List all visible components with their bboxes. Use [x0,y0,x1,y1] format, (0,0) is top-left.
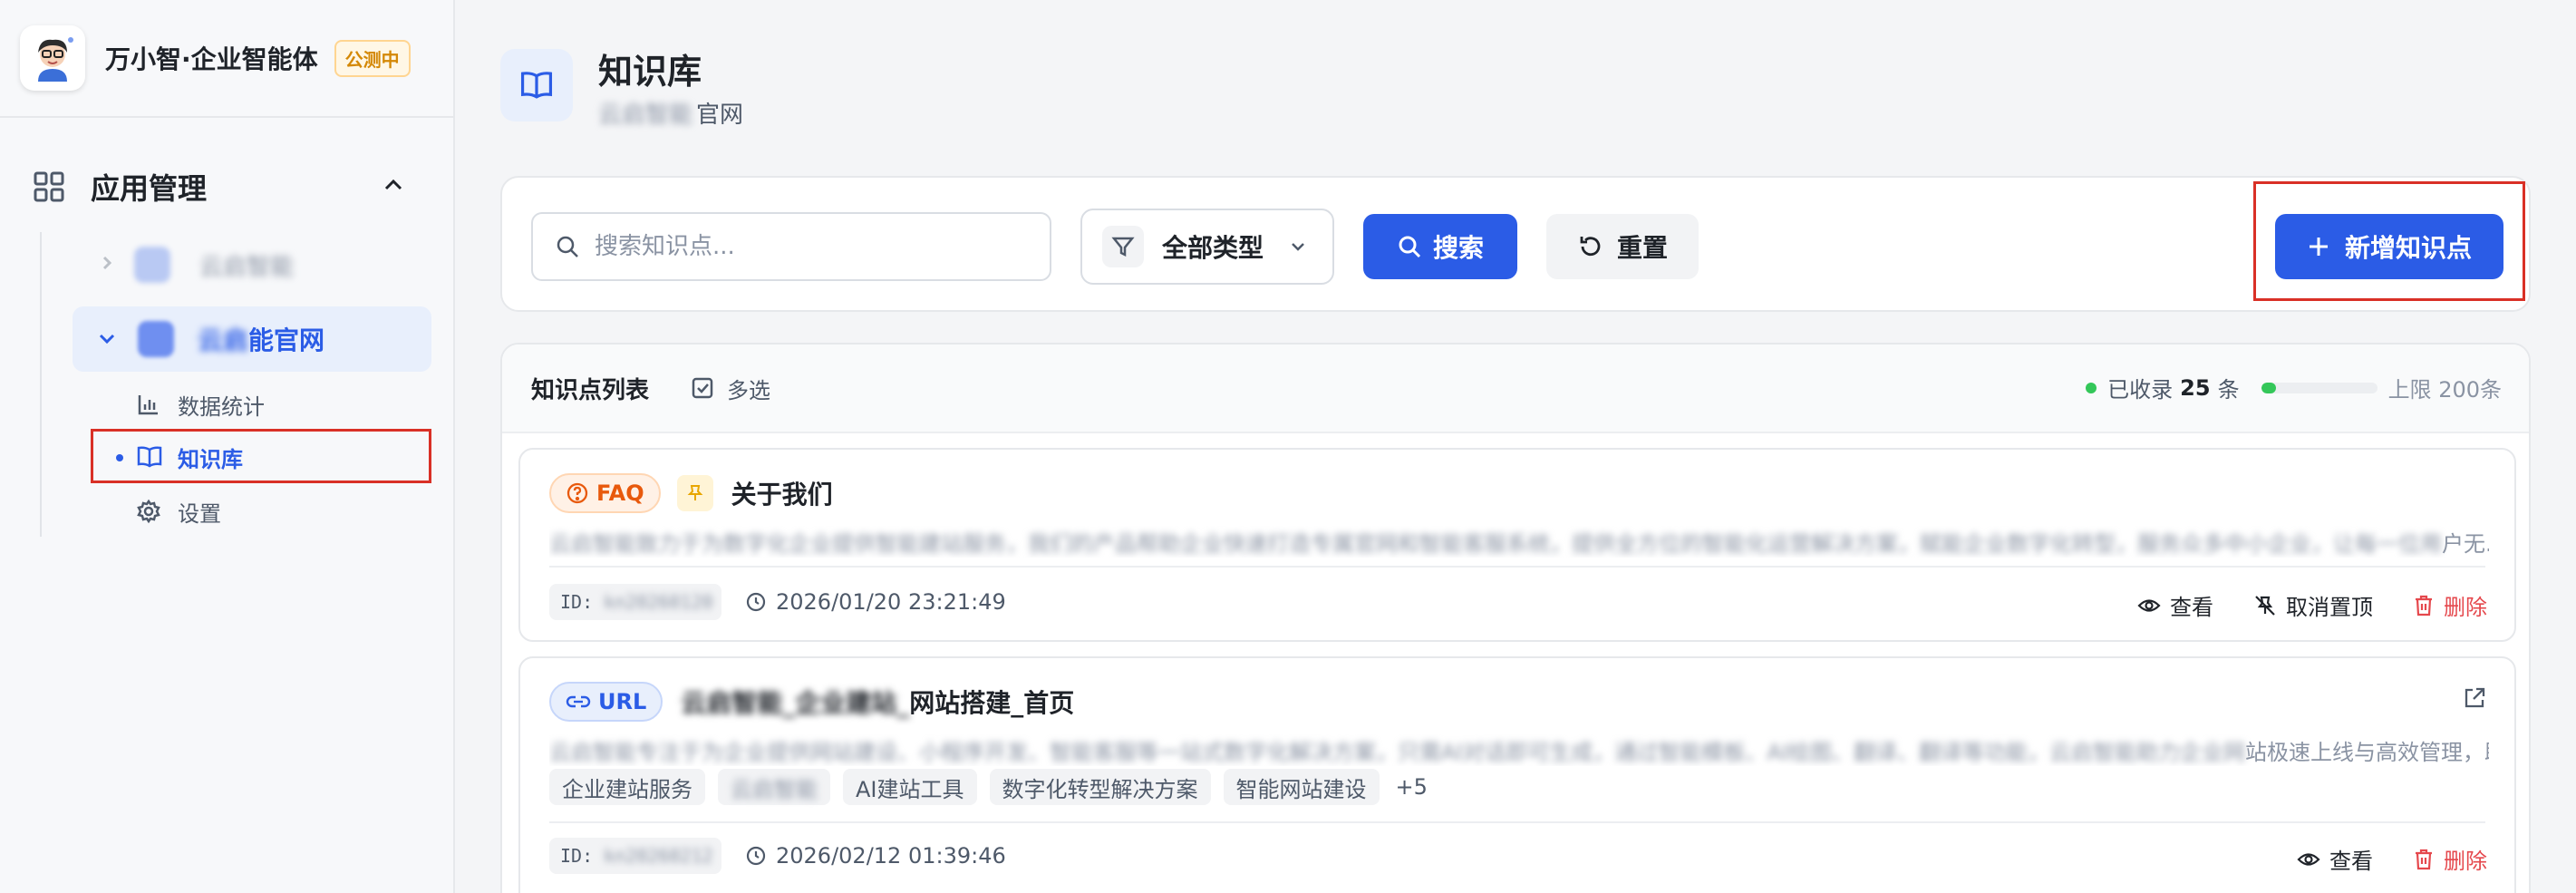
chevron-down-icon[interactable] [94,326,120,352]
sidebar-item-stats[interactable]: 数据统计 [91,379,431,430]
gear-icon [137,499,160,524]
sidebar: 万小智·企业智能体 公测中 应用管理 云启智能 云启 能官网 数据统计 知识库 … [0,0,455,893]
app-name: 云启智能 [199,253,295,281]
bar-chart-icon [138,395,158,415]
type-filter-select[interactable]: 全部类型 [1080,209,1334,285]
checkbox-icon [692,377,713,399]
page-subtitle: 云启智能 官网 [598,102,744,129]
status-dot [2086,382,2097,393]
card-actions: 查看 取消置顶 删除 [2097,589,2487,621]
delete-button[interactable]: 删除 [2413,843,2487,875]
view-button[interactable]: 查看 [2137,589,2213,621]
type-filter-value: 全部类型 [1162,233,1264,263]
page-title: 知识库 [598,52,702,92]
quota-indicator: 已收录 25 条 上限 200条 [2086,372,2502,403]
search-icon [1399,236,1421,258]
link-icon [566,695,591,708]
knowledge-card[interactable]: FAQ 关于我们 云启智能致力于为数字化企业提供智能建站服务，我们的产品帮助企业… [518,448,2516,642]
unpin-button[interactable]: 取消置顶 [2253,589,2373,621]
keyword-tags: 企业建站服务 云启智能 AI建站工具 数字化转型解决方案 智能网站建设 +5 [549,769,1444,805]
book-icon [500,49,573,121]
multi-select-toggle[interactable]: 多选 [691,373,770,404]
search-icon [557,236,578,257]
refresh-icon [1580,237,1601,257]
keyword-tag: AI建站工具 [843,769,977,805]
quota-progress-fill [2261,382,2276,393]
app-avatar [134,247,170,283]
chevron-up-icon[interactable] [381,172,406,198]
eye-icon [2137,598,2161,612]
id-chip: ID: kn20260120 [549,584,721,620]
main-content: 知识库 云启智能 官网 全部类型 搜索 [455,0,2576,893]
keyword-tag: 云启智能 [718,769,830,805]
clock-icon [746,592,766,612]
keyword-tag: 智能网站建设 [1223,769,1380,805]
pin-icon [676,475,713,511]
timestamp: 2026/02/12 01:39:46 [745,843,1006,869]
type-tag-faq: FAQ [549,473,661,513]
sidebar-item-settings[interactable]: 设置 [91,486,431,537]
chevron-down-icon [1292,243,1304,251]
app-name: 云启 能官网 [198,325,325,355]
grid-icon [34,171,64,202]
beta-badge: 公测中 [334,39,411,77]
divider [549,821,2485,823]
unpin-icon [2255,595,2275,616]
card-actions: 查看 删除 [2257,843,2487,875]
tree-line [40,232,42,537]
trash-icon [2416,849,2432,869]
brand-title: 万小智·企业智能体 [105,44,318,74]
nav-group-label: 应用管理 [91,171,208,206]
sidebar-item-label: 数据统计 [178,393,265,420]
quota-progress-bar [2261,382,2377,393]
knowledge-card[interactable]: URL 云启智能_企业建站_ 网站搭建_首页 云启智能专注于为企业提供网站建设、… [518,656,2516,893]
keyword-tag: 数字化转型解决方案 [989,769,1211,805]
external-link-icon[interactable] [2462,685,2487,711]
sidebar-app-item[interactable]: 云启智能 [73,232,431,297]
knowledge-list-panel: 知识点列表 多选 已收录 25 条 上限 200条 FAQ 关于我们 云启智能致… [500,343,2531,893]
card-meta: ID: kn20260212 2026/02/12 01:39:46 [549,838,1006,874]
card-meta: ID: kn20260120 2026/01/20 23:21:49 [549,584,1006,620]
divider [549,566,2485,568]
search-box[interactable] [531,212,1051,281]
collected-count: 25 [2180,374,2211,401]
page-header: 知识库 云启智能 官网 [500,49,743,130]
app-avatar [138,321,174,357]
delete-button[interactable]: 删除 [2413,589,2487,621]
view-button[interactable]: 查看 [2297,843,2373,875]
highlight-frame [2253,181,2525,301]
list-header: 知识点列表 多选 已收录 25 条 上限 200条 [502,345,2529,433]
card-description: 云启智能专注于为企业提供网站建设、小程序开发、智能客服等一站式数字化解决方案，只… [549,740,2489,765]
trash-icon [2416,595,2432,616]
id-chip: ID: kn20260212 [549,838,721,874]
list-title: 知识点列表 [531,376,650,404]
search-input[interactable] [595,233,1030,260]
avatar-icon[interactable] [20,25,85,91]
eye-icon [2297,852,2320,866]
card-description: 云启智能致力于为数字化企业提供智能建站服务，我们的产品帮助企业快速打造专属官网和… [549,531,2489,557]
highlight-frame [91,429,431,483]
card-title: 关于我们 [731,480,833,510]
more-tags-count[interactable]: +5 [1392,769,1431,805]
timestamp: 2026/01/20 23:21:49 [745,589,1006,615]
sidebar-app-item-active[interactable]: 云启 能官网 [73,306,431,372]
reset-button[interactable]: 重置 [1546,214,1699,279]
filter-icon [1102,226,1144,267]
sidebar-item-label: 设置 [178,500,221,527]
brand-header: 万小智·企业智能体 公测中 [0,0,453,118]
chevron-right-icon[interactable] [96,252,118,274]
help-circle-icon [567,482,588,504]
clock-icon [746,846,766,866]
quota-limit: 上限 200条 [2387,377,2502,403]
type-tag-url: URL [549,682,663,722]
search-button[interactable]: 搜索 [1363,214,1517,279]
toolbar: 全部类型 搜索 重置 新增知识点 [500,176,2531,312]
card-title: 云启智能_企业建站_ 网站搭建_首页 [681,688,1075,718]
keyword-tag: 企业建站服务 [549,769,705,805]
